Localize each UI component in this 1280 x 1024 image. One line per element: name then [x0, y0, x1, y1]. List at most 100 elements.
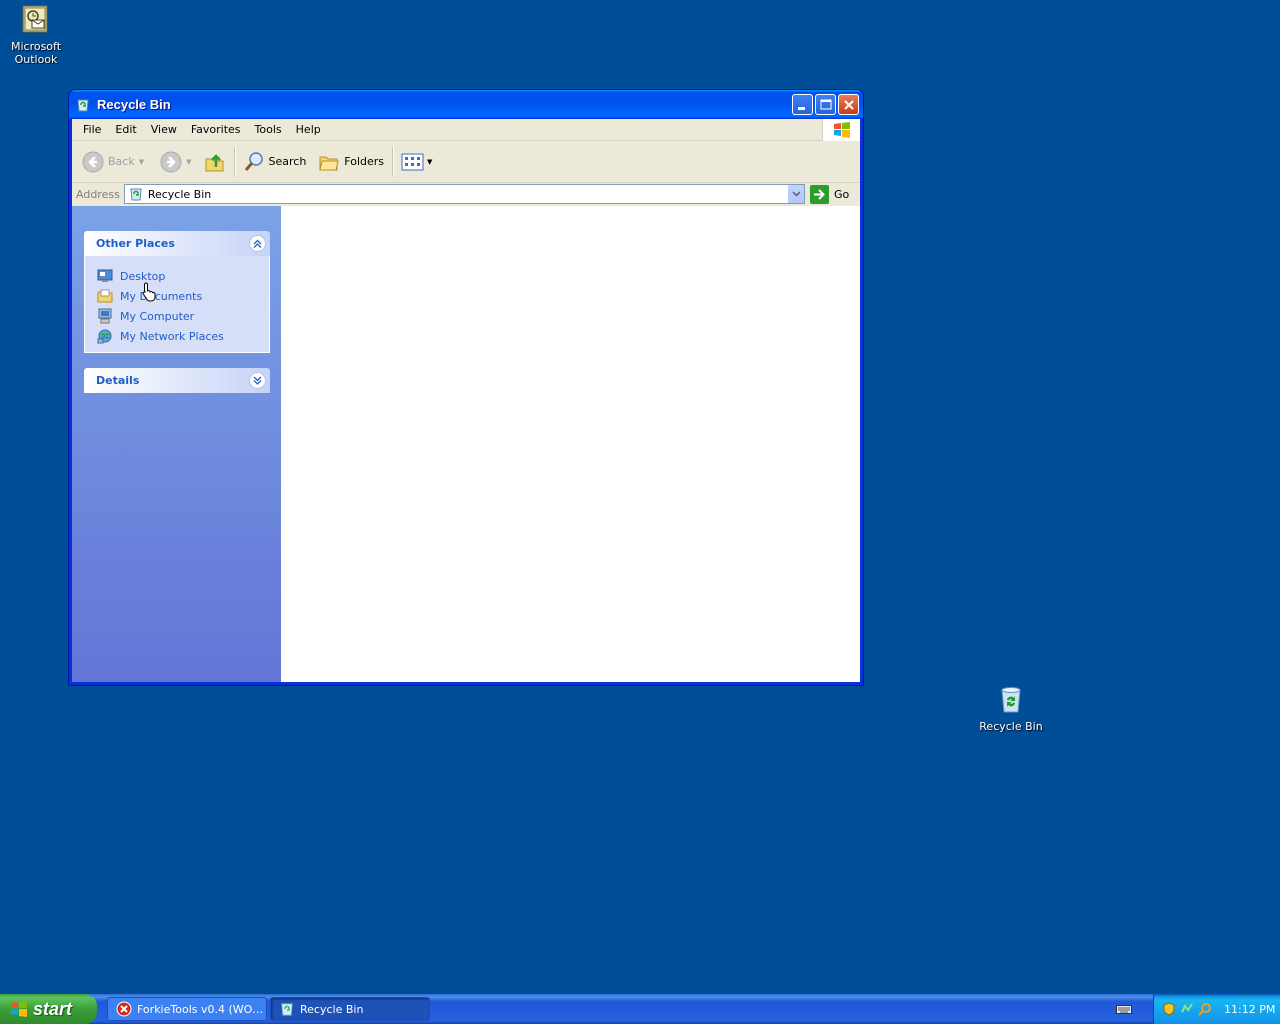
start-button[interactable]: start — [0, 994, 97, 1024]
outlook-label-line1: Microsoft — [10, 40, 62, 53]
desktop-icon — [97, 268, 113, 284]
place-my-network-places-label: My Network Places — [120, 329, 224, 343]
other-places-header[interactable]: Other Places — [84, 231, 270, 256]
menu-tools[interactable]: Tools — [248, 123, 289, 136]
desktop-icon-outlook[interactable]: Microsoft Outlook — [0, 4, 74, 66]
place-my-documents-label: My Documents — [120, 289, 203, 303]
network-places-icon — [97, 328, 113, 344]
go-label: Go — [834, 187, 850, 201]
minimize-icon — [798, 107, 805, 110]
chevron-down-icon — [791, 191, 801, 197]
folders-button[interactable]: Folders — [314, 146, 388, 178]
forward-dropdown-icon[interactable]: ▼ — [186, 158, 191, 166]
back-arrow-icon — [82, 151, 104, 172]
place-desktop[interactable]: Desktop — [97, 266, 269, 286]
search-label: Search — [268, 155, 307, 168]
other-places-title: Other Places — [96, 237, 175, 250]
recycle-bin-window[interactable]: Recycle Bin File Edit View Favorites Too… — [68, 89, 864, 686]
windows-flag-icon — [10, 1000, 28, 1018]
address-bar: Address Recycle Bin Go — [72, 183, 860, 205]
explorer-content: Other Places Desktop My Documents My Com… — [72, 206, 860, 682]
menu-edit[interactable]: Edit — [108, 123, 143, 136]
maximize-icon — [820, 99, 832, 110]
folders-icon — [319, 156, 339, 170]
search-icon — [244, 151, 263, 171]
details-title: Details — [96, 374, 140, 387]
close-icon — [844, 100, 854, 110]
search-tray-icon[interactable] — [1198, 1002, 1212, 1016]
views-button[interactable]: ▼ — [397, 146, 436, 178]
window-title: Recycle Bin — [97, 97, 171, 112]
outlook-icon — [20, 4, 52, 36]
views-dropdown-icon[interactable]: ▼ — [427, 158, 432, 166]
windows-logo-icon — [822, 119, 860, 141]
security-shield-icon[interactable] — [1162, 1002, 1176, 1016]
clock[interactable]: 11:12 PM — [1224, 1003, 1275, 1016]
go-button[interactable]: Go — [810, 184, 856, 204]
file-list-pane[interactable] — [281, 206, 860, 682]
menu-favorites[interactable]: Favorites — [184, 123, 248, 136]
title-bar[interactable]: Recycle Bin — [69, 90, 863, 119]
close-button[interactable] — [838, 94, 859, 115]
address-dropdown-button[interactable] — [787, 185, 804, 203]
recycle-bin-icon — [75, 97, 91, 113]
network-icon[interactable] — [1180, 1002, 1194, 1016]
taskbar-item-forkietools[interactable]: ForkieTools v0.4 (WO… — [107, 997, 267, 1021]
place-my-computer-label: My Computer — [120, 309, 195, 323]
taskbar-item-recycle-bin-label: Recycle Bin — [300, 1002, 364, 1016]
keyboard-icon[interactable] — [1116, 1003, 1132, 1018]
place-my-computer[interactable]: My Computer — [97, 306, 269, 326]
details-header[interactable]: Details — [84, 368, 270, 393]
go-arrow-icon — [810, 184, 829, 204]
place-my-documents[interactable]: My Documents — [97, 286, 269, 306]
other-places-panel: Other Places Desktop My Documents My Com… — [84, 231, 270, 353]
forward-button[interactable]: ▼ — [156, 146, 195, 178]
back-dropdown-icon[interactable]: ▼ — [139, 158, 144, 166]
address-value: Recycle Bin — [147, 187, 212, 201]
views-icon — [401, 153, 424, 170]
error-icon — [116, 1001, 132, 1017]
system-tray: 11:12 PM — [1153, 994, 1280, 1024]
folders-label: Folders — [344, 155, 385, 168]
outlook-label-line2: Outlook — [14, 53, 58, 66]
menu-help[interactable]: Help — [289, 123, 328, 136]
address-label: Address — [76, 187, 120, 201]
menu-file[interactable]: File — [76, 123, 108, 136]
recycle-bin-icon — [129, 187, 143, 201]
back-button[interactable]: Back ▼ — [78, 146, 148, 178]
details-panel: Details — [84, 368, 270, 393]
back-label: Back — [108, 155, 135, 168]
collapse-chevron-icon[interactable] — [249, 235, 266, 252]
recycle-bin-label: Recycle Bin — [979, 720, 1043, 733]
expand-chevron-icon[interactable] — [249, 372, 266, 389]
menu-bar: File Edit View Favorites Tools Help — [72, 119, 860, 141]
task-pane: Other Places Desktop My Documents My Com… — [72, 206, 281, 682]
up-folder-button[interactable] — [200, 146, 230, 178]
maximize-button[interactable] — [815, 94, 836, 115]
search-button[interactable]: Search — [239, 146, 311, 178]
start-label: start — [33, 998, 73, 1019]
taskbar-item-forkietools-label: ForkieTools v0.4 (WO… — [137, 1002, 264, 1016]
recycle-bin-icon — [995, 684, 1027, 716]
menu-view[interactable]: View — [144, 123, 184, 136]
forward-arrow-icon — [160, 151, 182, 172]
taskbar-buttons: ForkieTools v0.4 (WO… Recycle Bin — [107, 997, 433, 1021]
toolbar-separator — [392, 146, 394, 177]
my-documents-icon — [97, 288, 113, 304]
hand-cursor-icon — [142, 282, 158, 305]
place-desktop-label: Desktop — [120, 269, 166, 283]
recycle-bin-icon — [279, 1001, 295, 1017]
toolbar: Back ▼ ▼ Search Folders ▼ — [72, 141, 860, 183]
toolbar-separator — [233, 146, 235, 177]
place-my-network-places[interactable]: My Network Places — [97, 326, 269, 346]
other-places-list: Desktop My Documents My Computer My Netw… — [84, 256, 270, 353]
taskbar: start ForkieTools v0.4 (WO… Recycle Bin — [0, 994, 1280, 1024]
window-body: File Edit View Favorites Tools Help Back… — [72, 119, 860, 682]
minimize-button[interactable] — [792, 94, 813, 115]
up-folder-icon — [205, 153, 223, 171]
address-field[interactable]: Recycle Bin — [123, 184, 805, 204]
outlook-label: Microsoft Outlook — [0, 40, 74, 66]
taskbar-item-recycle-bin[interactable]: Recycle Bin — [270, 997, 430, 1021]
my-computer-icon — [97, 308, 113, 324]
desktop-icon-recycle-bin[interactable]: Recycle Bin — [973, 684, 1049, 733]
